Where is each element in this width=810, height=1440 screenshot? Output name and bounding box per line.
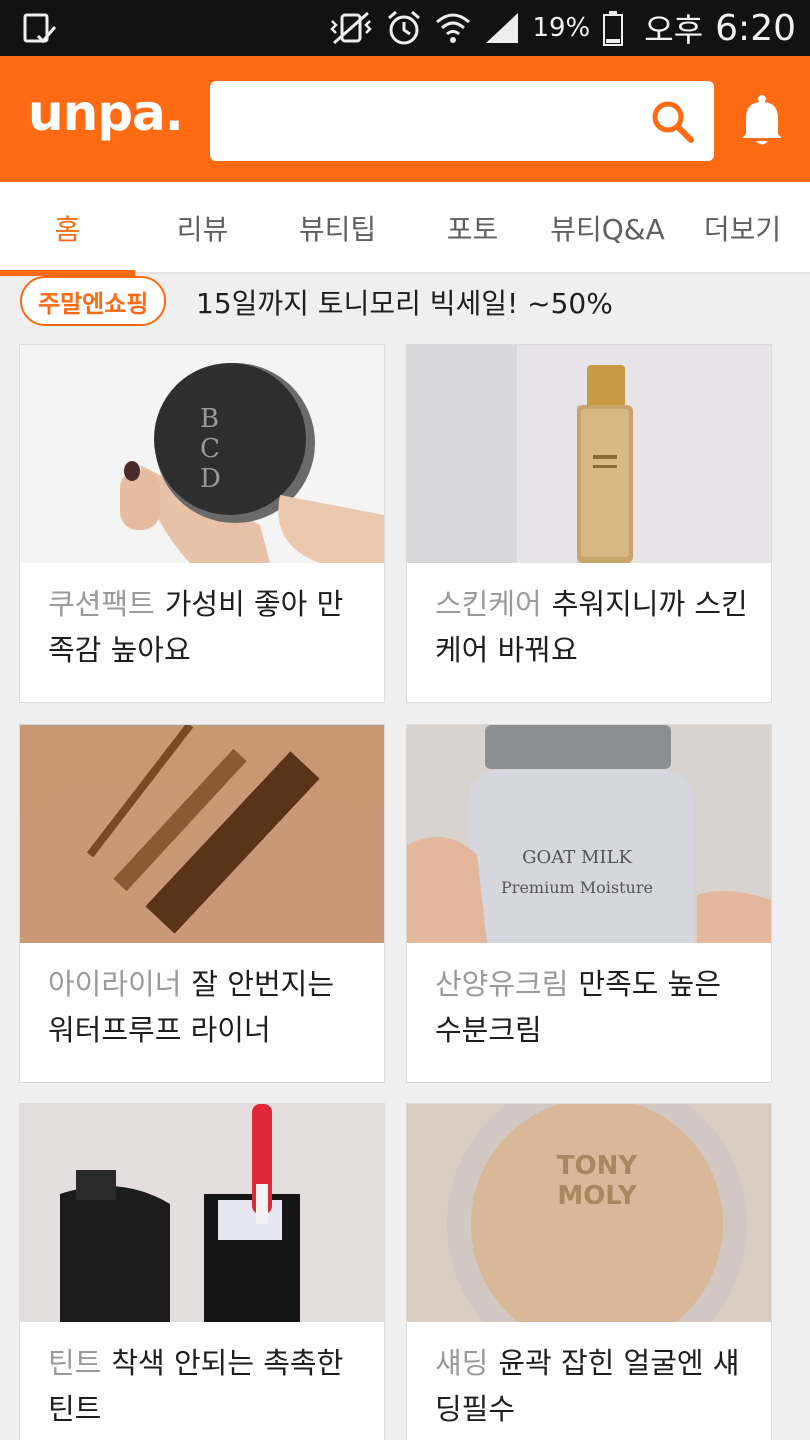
status-bar: 19% 오후 6:20 xyxy=(0,0,810,56)
battery-percent: 19% xyxy=(532,13,591,43)
card-caption: 틴트 착색 안되는 촉촉한 틴트 xyxy=(48,1340,368,1432)
search-icon[interactable] xyxy=(648,97,696,145)
tab-home[interactable]: 홈 xyxy=(0,182,135,276)
battery-icon xyxy=(603,11,624,46)
post-card[interactable]: TONY MOLY 섀딩 윤곽 잡힌 얼굴엔 섀딩필수 xyxy=(406,1103,772,1440)
post-card[interactable]: 스킨케어 추워지니까 스킨케어 바꿔요 xyxy=(406,344,772,703)
card-category: 쿠션팩트 xyxy=(48,587,155,621)
alarm-icon xyxy=(388,10,421,45)
tab-beauty-tip[interactable]: 뷰티팁 xyxy=(270,182,405,274)
skincare-bottle-image xyxy=(407,345,771,563)
shading-compact-image: TONY MOLY xyxy=(407,1104,771,1322)
svg-text:GOAT MILK: GOAT MILK xyxy=(522,847,632,868)
card-caption: 섀딩 윤곽 잡힌 얼굴엔 섀딩필수 xyxy=(435,1340,755,1432)
post-card[interactable]: 틴트 착색 안되는 촉촉한 틴트 xyxy=(19,1103,385,1440)
app-logo[interactable]: unpa. xyxy=(28,84,184,142)
svg-text:Premium Moisture: Premium Moisture xyxy=(501,878,653,897)
tab-review[interactable]: 리뷰 xyxy=(135,182,270,274)
card-category: 섀딩 xyxy=(435,1346,489,1380)
promo-text: 15일까지 토니모리 빅세일! ~50% xyxy=(196,287,613,320)
screenshot-notification-icon xyxy=(23,13,57,44)
card-category: 틴트 xyxy=(48,1346,102,1380)
tab-more[interactable]: 더보기 xyxy=(675,182,810,274)
card-caption: 쿠션팩트 가성비 좋아 만족감 높아요 xyxy=(48,581,368,673)
category-tabs: 홈 리뷰 뷰티팁 포토 뷰티Q&A 더보기 xyxy=(0,182,810,276)
tab-beauty-qa[interactable]: 뷰티Q&A xyxy=(540,182,675,274)
card-caption: 아이라이너 잘 안번지는 워터프루프 라이너 xyxy=(48,961,368,1053)
card-caption: 스킨케어 추워지니까 스킨케어 바꿔요 xyxy=(435,581,755,673)
app-bar: unpa. xyxy=(0,56,810,182)
svg-text:MOLY: MOLY xyxy=(557,1181,637,1211)
wifi-icon xyxy=(436,13,471,43)
clock-time: 6:20 xyxy=(715,7,796,49)
promo-badge: 주말엔쇼핑 xyxy=(20,276,167,326)
svg-text:B: B xyxy=(200,404,219,434)
svg-text:C: C xyxy=(200,434,220,464)
lip-tint-image xyxy=(20,1104,384,1322)
card-category: 스킨케어 xyxy=(435,587,542,621)
card-caption: 산양유크림 만족도 높은 수분크림 xyxy=(435,961,755,1053)
eyeliner-swatch-image xyxy=(20,725,384,943)
signal-icon xyxy=(486,13,519,43)
svg-text:D: D xyxy=(200,464,221,494)
post-card[interactable]: B C D 쿠션팩트 가성비 좋아 만족감 높아요 xyxy=(19,344,385,703)
post-card[interactable]: 아이라이너 잘 안번지는 워터프루프 라이너 xyxy=(19,724,385,1083)
search-box[interactable] xyxy=(210,81,714,161)
clock-ampm: 오후 xyxy=(644,11,704,49)
post-card[interactable]: GOAT MILK Premium Moisture 산양유크림 만족도 높은 수… xyxy=(406,724,772,1083)
card-category: 아이라이너 xyxy=(48,967,182,1001)
notification-bell-icon[interactable] xyxy=(738,94,786,148)
tab-photo[interactable]: 포토 xyxy=(405,182,540,274)
search-input[interactable] xyxy=(230,99,630,143)
moisture-cream-image: GOAT MILK Premium Moisture xyxy=(407,725,771,943)
cushion-compact-image: B C D xyxy=(20,345,384,563)
promo-banner[interactable]: 주말엔쇼핑 15일까지 토니모리 빅세일! ~50% xyxy=(0,274,810,330)
card-category: 산양유크림 xyxy=(435,967,569,1001)
vibrate-mute-icon xyxy=(330,11,373,45)
svg-text:TONY: TONY xyxy=(557,1151,639,1181)
